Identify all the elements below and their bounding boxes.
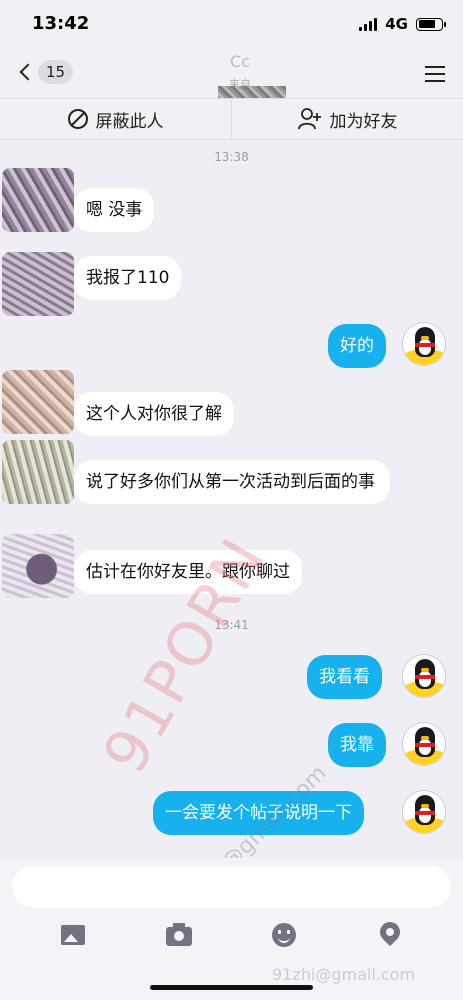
emoji-icon bbox=[272, 923, 297, 947]
incoming-message[interactable]: 嗯 没事 bbox=[74, 188, 155, 232]
sender-avatar[interactable] bbox=[2, 370, 74, 434]
status-bar: 13:42 4G bbox=[0, 0, 463, 50]
home-indicator[interactable] bbox=[150, 985, 313, 990]
block-icon bbox=[67, 109, 88, 129]
outgoing-message[interactable]: 我看看 bbox=[307, 655, 382, 699]
unread-count-badge: 15 bbox=[38, 60, 74, 84]
status-indicators: 4G bbox=[359, 15, 446, 33]
camera-icon bbox=[165, 923, 192, 946]
chat-timestamp: 13:38 bbox=[214, 150, 249, 164]
sender-avatar[interactable] bbox=[2, 440, 74, 504]
sender-avatar[interactable] bbox=[2, 252, 74, 316]
network-label: 4G bbox=[385, 15, 408, 33]
penguin-avatar[interactable] bbox=[402, 654, 446, 698]
add-friend-icon bbox=[297, 108, 321, 130]
add-friend-button[interactable]: 加为好友 bbox=[232, 99, 463, 139]
sender-avatar[interactable] bbox=[2, 534, 74, 598]
back-button[interactable]: 15 bbox=[18, 60, 74, 84]
location-button[interactable] bbox=[375, 917, 405, 949]
battery-icon bbox=[416, 17, 446, 31]
outgoing-message[interactable]: 好的 bbox=[328, 324, 386, 368]
penguin-avatar[interactable] bbox=[402, 790, 446, 834]
photo-icon bbox=[60, 925, 85, 945]
block-label: 屏蔽此人 bbox=[95, 111, 164, 132]
outgoing-message[interactable]: 我靠 bbox=[328, 723, 386, 767]
chat-title: Cc bbox=[230, 52, 250, 71]
status-time: 13:42 bbox=[32, 13, 90, 34]
block-user-button[interactable]: 屏蔽此人 bbox=[0, 99, 232, 139]
penguin-avatar[interactable] bbox=[402, 322, 446, 366]
photo-button[interactable] bbox=[59, 921, 87, 949]
input-toolbar bbox=[0, 917, 463, 950]
incoming-message[interactable]: 这个人对你很了解 bbox=[74, 392, 234, 436]
watermark-email-bottom: 91zhi@gmail.com bbox=[272, 965, 416, 984]
action-bar: 屏蔽此人 加为好友 bbox=[0, 98, 463, 140]
incoming-message[interactable]: 说了好多你们从第一次活动到后面的事 bbox=[74, 460, 390, 504]
emoji-button[interactable] bbox=[270, 921, 298, 949]
message-input[interactable] bbox=[12, 866, 451, 908]
chevron-left-icon bbox=[19, 63, 37, 81]
add-friend-label: 加为好友 bbox=[329, 111, 398, 132]
menu-button[interactable] bbox=[425, 66, 445, 82]
nav-bar: 15 Cc 来自 bbox=[0, 50, 463, 138]
signal-icon bbox=[359, 17, 378, 31]
sender-avatar[interactable] bbox=[2, 168, 74, 232]
penguin-avatar[interactable] bbox=[402, 722, 446, 766]
location-pin-icon bbox=[375, 917, 405, 947]
camera-button[interactable] bbox=[165, 921, 193, 949]
incoming-message[interactable]: 我报了110 bbox=[74, 256, 182, 300]
